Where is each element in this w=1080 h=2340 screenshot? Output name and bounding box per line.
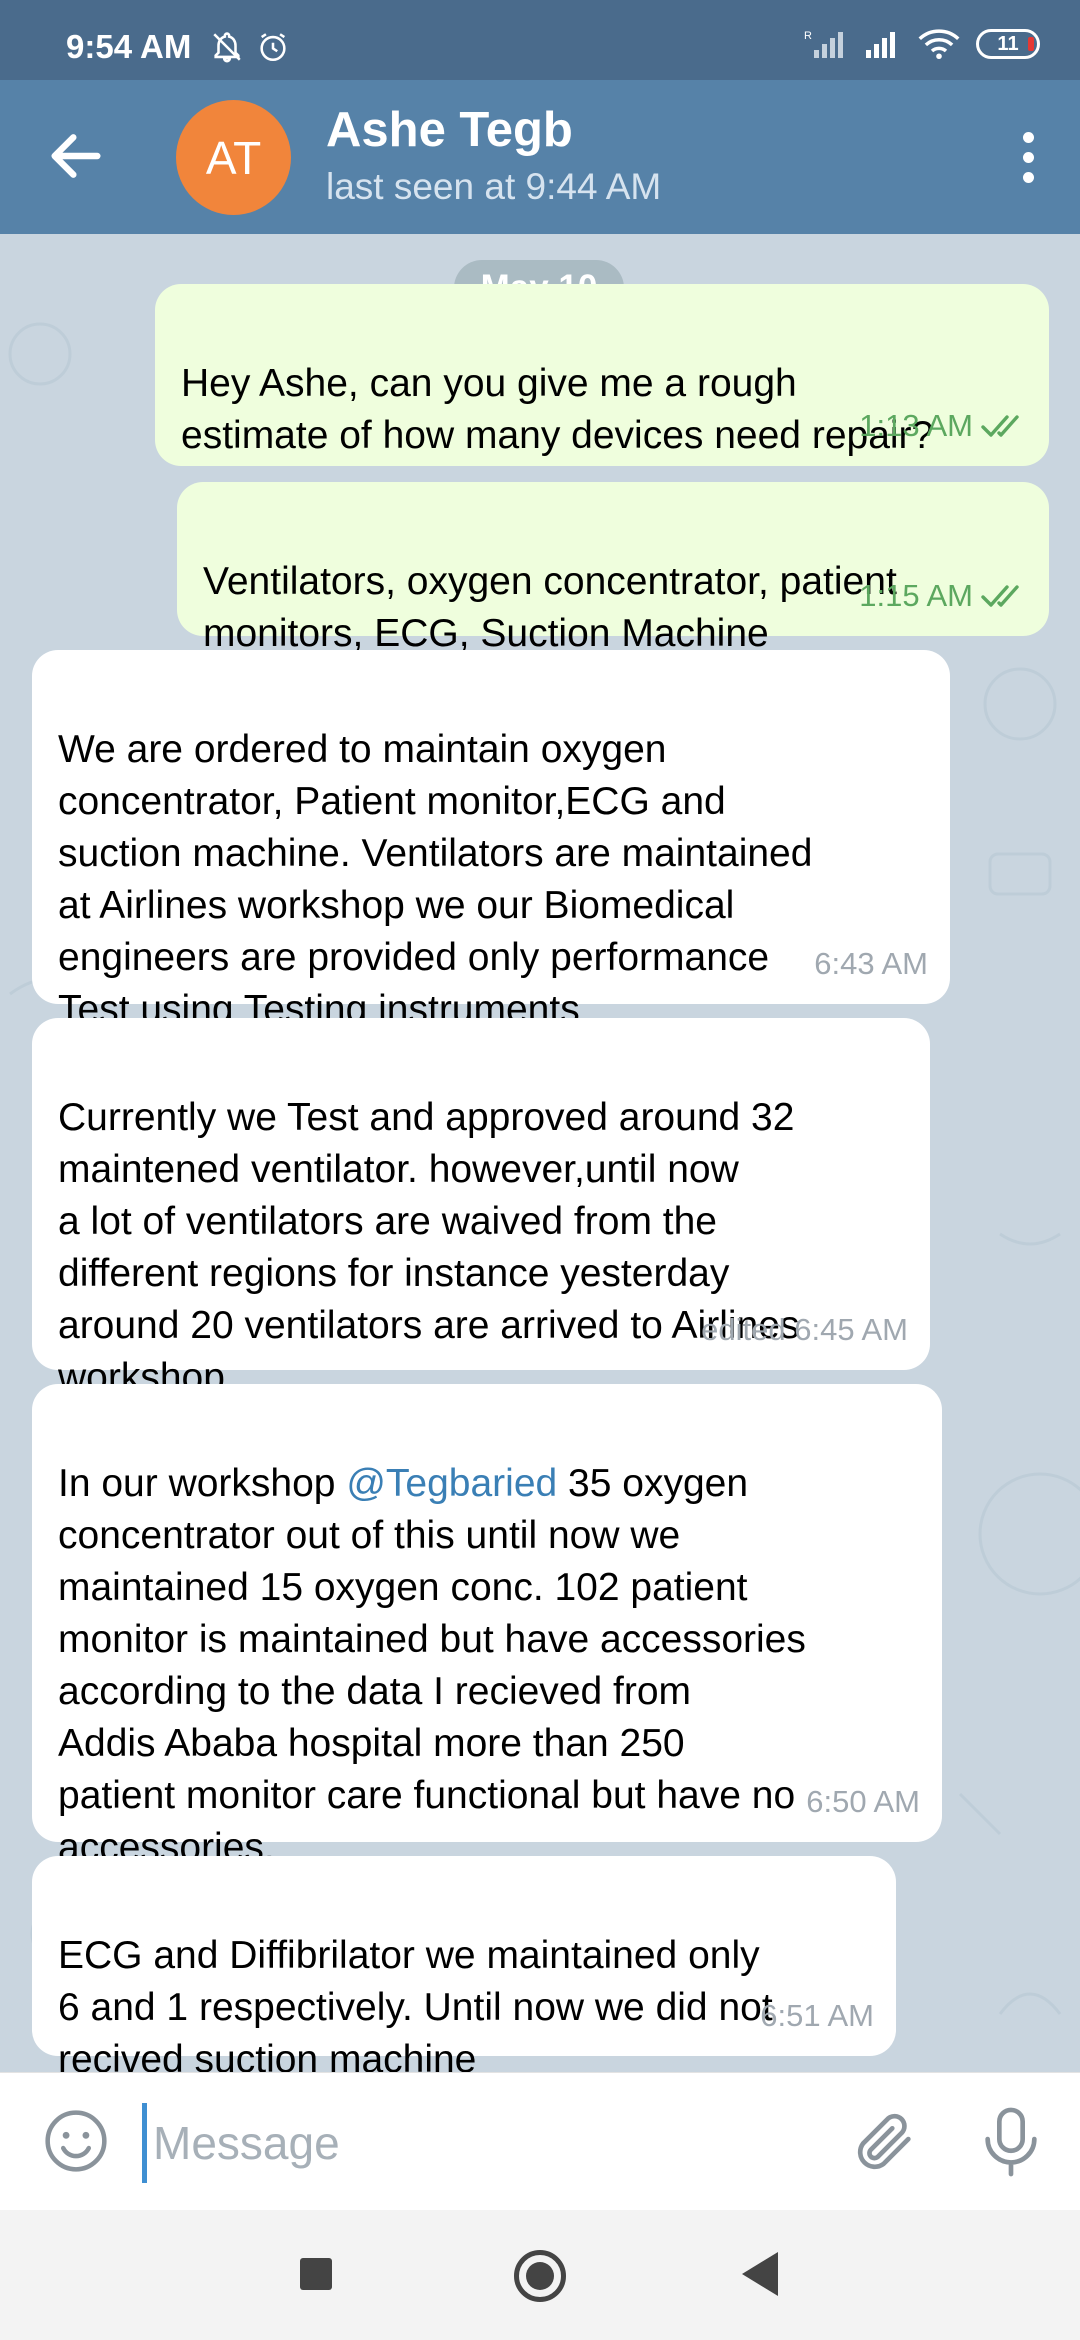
- message-input-placeholder: Message: [153, 2117, 340, 2169]
- bell-off-icon: [213, 32, 241, 63]
- message-composer: Message: [0, 2072, 1080, 2210]
- chat-title[interactable]: Ashe Tegb: [326, 102, 573, 158]
- status-system-icons: R 11: [804, 28, 1040, 60]
- status-time: 9:54 AM: [66, 28, 192, 65]
- recents-button[interactable]: [300, 2258, 332, 2290]
- message-meta: 1:15 AM: [859, 570, 1027, 622]
- outgoing-message[interactable]: Ventilators, oxygen concentrator, patien…: [177, 482, 1049, 655]
- last-seen-status: last seen at 9:44 AM: [326, 166, 662, 207]
- message-text: We are ordered to maintain oxygen concen…: [58, 728, 813, 1031]
- message-time: 6:51 AM: [760, 1998, 874, 2033]
- incoming-message[interactable]: In our workshop @Tegbaried 35 oxygen con…: [32, 1384, 942, 1869]
- message-meta: edited 6:45 AM: [701, 1304, 908, 1356]
- message-text: Hey Ashe, can you give me a rough estima…: [181, 362, 934, 457]
- message-time: 1:13 AM: [859, 408, 973, 443]
- incoming-message[interactable]: We are ordered to maintain oxygen concen…: [32, 650, 950, 1031]
- avatar[interactable]: AT: [176, 100, 291, 215]
- incoming-message[interactable]: ECG and Diffibrilator we maintained only…: [32, 1856, 896, 2072]
- signal-roaming-icon: R: [804, 30, 843, 58]
- system-back-button[interactable]: [742, 2252, 778, 2296]
- voice-message-button[interactable]: [976, 2103, 1046, 2181]
- alarm-icon: [260, 33, 286, 62]
- message-text: Currently we Test and approved around 32…: [58, 1096, 800, 1399]
- message-text-after: 35 oxygen concentrator out of this until…: [58, 1462, 806, 1869]
- home-button[interactable]: [514, 2250, 566, 2302]
- status-notification-icons: [210, 30, 290, 64]
- chat-header: AT Ashe Tegb last seen at 9:44 AM: [0, 80, 1080, 234]
- signal-icon: [866, 32, 895, 58]
- user-mention-link[interactable]: @Tegbaried: [346, 1462, 557, 1505]
- message-meta: 6:43 AM: [814, 938, 928, 990]
- smiley-icon: [45, 2110, 107, 2172]
- double-check-icon: [981, 585, 1019, 607]
- chat-messages[interactable]: May 10 Hey Ashe, can you give me a rough…: [0, 234, 1080, 2072]
- message-text: ECG and Diffibrilator we maintained only…: [58, 1934, 773, 2072]
- more-vert-icon: [1022, 131, 1034, 143]
- message-time: 6:50 AM: [806, 1784, 920, 1819]
- svg-text:R: R: [804, 30, 812, 42]
- incoming-message[interactable]: Currently we Test and approved around 32…: [32, 1018, 930, 1399]
- microphone-icon: [985, 2107, 1037, 2177]
- battery-indicator: 11: [976, 29, 1040, 59]
- double-check-icon: [981, 415, 1019, 437]
- system-navigation-bar: [0, 2210, 1080, 2340]
- status-bar: 9:54 AM R 11: [0, 0, 1080, 80]
- back-button[interactable]: [44, 124, 108, 188]
- message-input[interactable]: Message: [142, 2103, 822, 2183]
- wifi-icon: [918, 29, 960, 60]
- message-time: 6:43 AM: [814, 946, 928, 981]
- arrow-left-icon: [51, 134, 101, 178]
- more-options-button[interactable]: [996, 120, 1060, 194]
- message-meta: 1:13 AM: [859, 400, 1027, 452]
- message-meta: 6:51 AM: [760, 1990, 874, 2042]
- message-meta: 6:50 AM: [806, 1776, 920, 1828]
- emoji-button[interactable]: [42, 2107, 110, 2175]
- paperclip-icon: [857, 2113, 911, 2170]
- message-text-before: In our workshop: [58, 1462, 347, 1505]
- outgoing-message[interactable]: Hey Ashe, can you give me a rough estima…: [155, 284, 1049, 466]
- message-time: edited 6:45 AM: [701, 1312, 908, 1347]
- attach-button[interactable]: [850, 2107, 920, 2177]
- message-time: 1:15 AM: [859, 578, 973, 613]
